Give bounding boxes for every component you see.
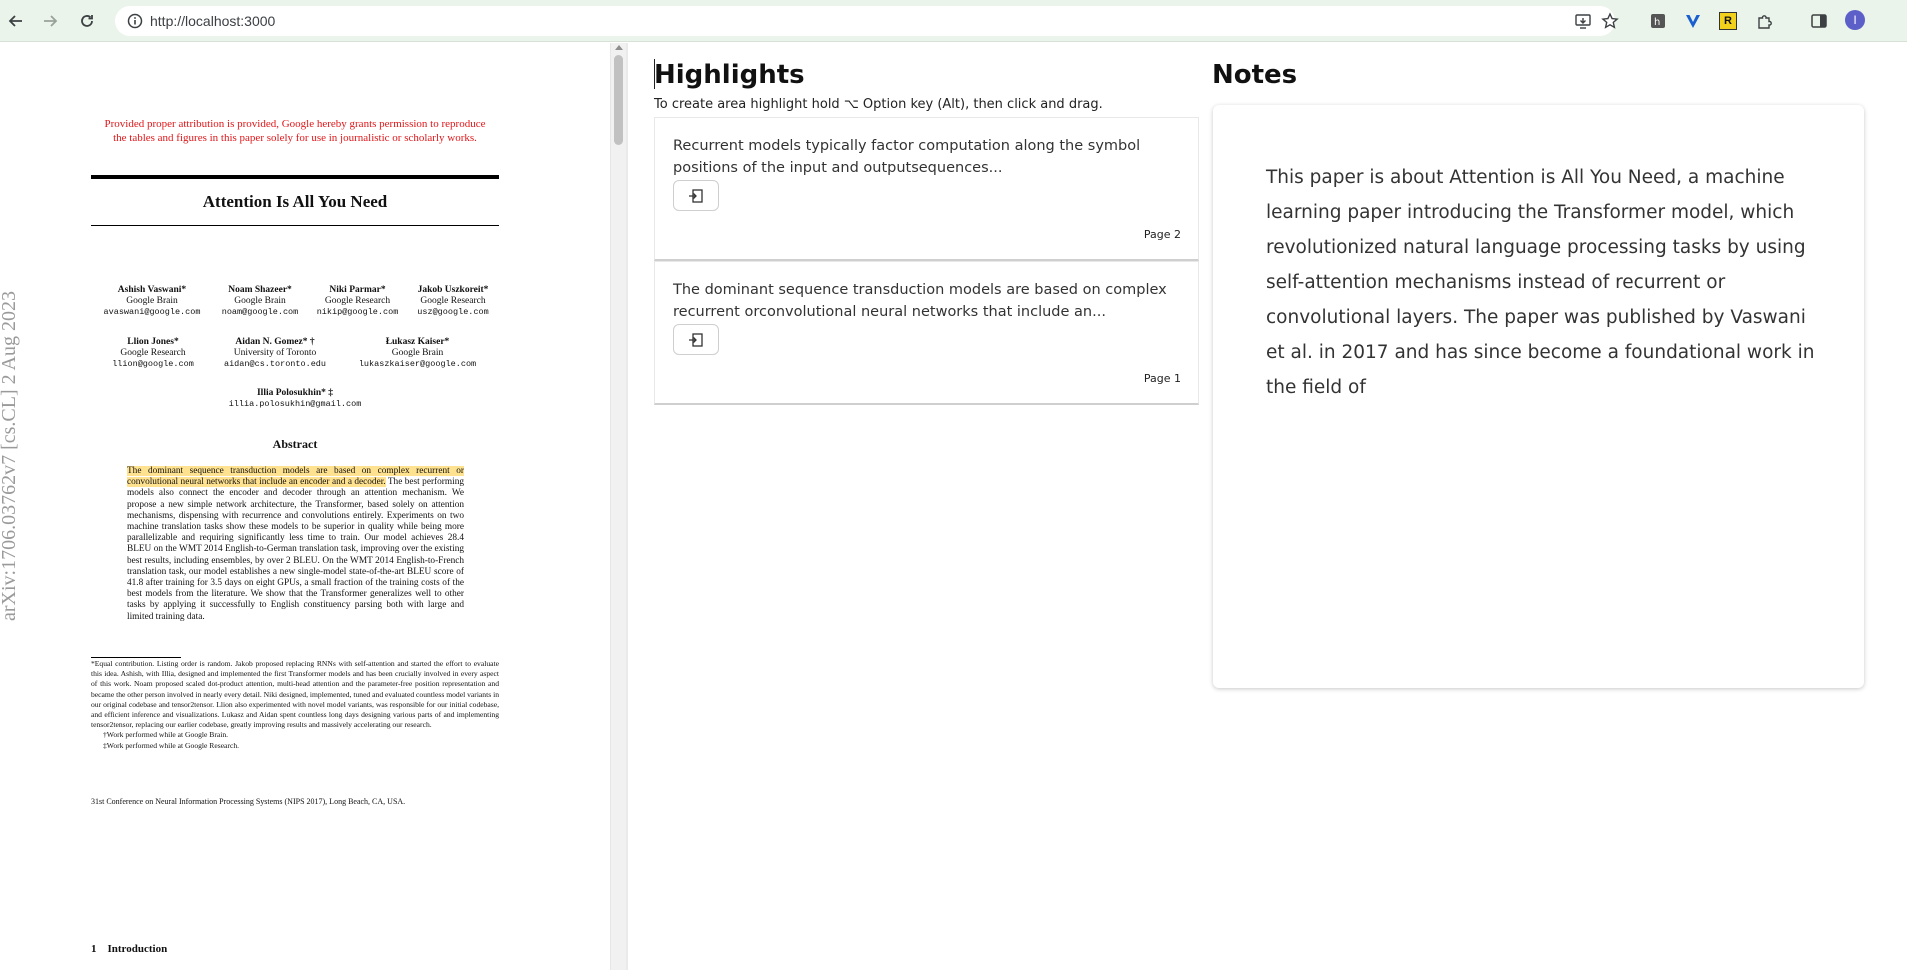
highlight-text: The dominant sequence transduction model… — [673, 282, 1167, 320]
highlight-page-label: Page 2 — [1143, 228, 1181, 241]
extensions-puzzle-icon[interactable] — [1753, 9, 1777, 33]
permission-notice: Provided proper attribution is provided,… — [104, 118, 486, 144]
reload-icon — [81, 15, 93, 27]
author-block: Illia Polosukhin* ‡ illia.polosukhin@gma… — [228, 388, 362, 409]
author-block: Llion Jones* Google Research llion@googl… — [112, 337, 194, 369]
site-info-icon[interactable] — [127, 13, 143, 34]
abstract-heading: Abstract — [272, 437, 318, 451]
author-block: Noam Shazeer* Google Brain noam@google.c… — [221, 285, 299, 317]
scrollbar-thumb[interactable] — [614, 55, 623, 145]
highlights-title: Highlights — [654, 60, 805, 90]
side-panel-icon[interactable] — [1807, 9, 1831, 33]
notes-body[interactable]: This paper is about Attention is All You… — [1266, 160, 1826, 405]
notes-editor[interactable]: This paper is about Attention is All You… — [1213, 105, 1864, 688]
highlight-page-label: Page 1 — [1143, 372, 1181, 385]
arrow-left-icon — [8, 15, 22, 27]
author-block: Niki Parmar* Google Research nikip@googl… — [316, 285, 399, 317]
title-rule-top — [91, 175, 499, 179]
title-rule-bottom — [91, 225, 499, 226]
arxiv-stamp: arXiv:1706.03762v7 [cs.CL] 2 Aug 2023 — [0, 291, 20, 621]
highlight-card[interactable]: Recurrent models typically factor comput… — [654, 117, 1199, 261]
abstract-text: The best performing models also connect … — [127, 477, 464, 622]
pdf-scrollbar[interactable] — [610, 43, 627, 970]
address-bar[interactable]: http://localhost:3000 — [115, 6, 1619, 36]
author-block: Jakob Uszkoreit* Google Research usz@goo… — [417, 285, 489, 317]
bookmark-star-icon[interactable] — [1599, 10, 1621, 32]
section-heading: 1 Introduction — [91, 943, 168, 955]
footnote-equal-contribution: *Equal contribution. Listing order is ra… — [91, 659, 499, 730]
notes-title: Notes — [1212, 60, 1298, 90]
highlight-text: Recurrent models typically factor comput… — [673, 138, 1141, 176]
pane-divider[interactable] — [626, 43, 628, 970]
install-app-icon[interactable] — [1572, 10, 1594, 32]
abstract-body: The dominant sequence transduction model… — [127, 466, 464, 623]
paper-title: Attention Is All You Need — [202, 192, 388, 211]
svg-text:h: h — [1654, 17, 1660, 28]
footnote-rule — [91, 657, 181, 658]
extension-h-icon[interactable]: h — [1646, 9, 1670, 33]
extension-r-icon[interactable]: R — [1716, 9, 1740, 33]
conference-note: 31st Conference on Neural Information Pr… — [91, 797, 406, 806]
author-block: Łukasz Kaiser* Google Brain lukaszkaiser… — [358, 337, 477, 369]
jump-to-highlight-button[interactable] — [673, 324, 719, 355]
profile-avatar[interactable]: I — [1845, 10, 1865, 30]
highlight-hint: To create area highlight hold ⌥ Option k… — [654, 97, 1103, 112]
jump-icon — [689, 188, 703, 203]
arrow-right-icon — [44, 15, 58, 27]
highlight-card[interactable]: The dominant sequence transduction model… — [654, 261, 1199, 405]
footnotes: *Equal contribution. Listing order is ra… — [91, 659, 499, 751]
forward-button[interactable] — [37, 8, 63, 34]
reload-button[interactable] — [74, 8, 100, 34]
footnote-brain: †Work performed while at Google Brain. — [103, 730, 229, 740]
pdf-viewer[interactable]: arXiv:1706.03762v7 [cs.CL] 2 Aug 2023 Pr… — [0, 43, 626, 970]
author-block: Ashish Vaswani* Google Brain avaswani@go… — [103, 285, 201, 317]
browser-toolbar: http://localhost:3000 h R I — [0, 0, 1907, 42]
jump-icon — [689, 332, 703, 347]
url-text[interactable]: http://localhost:3000 — [150, 13, 275, 29]
back-button[interactable] — [3, 8, 29, 34]
scroll-up-arrow-icon[interactable] — [615, 45, 623, 50]
author-block: Aidan N. Gomez* † University of Toronto … — [223, 337, 327, 369]
jump-to-highlight-button[interactable] — [673, 180, 719, 211]
footnote-research: ‡Work performed while at Google Research… — [103, 740, 240, 750]
extension-v-icon[interactable] — [1681, 9, 1705, 33]
